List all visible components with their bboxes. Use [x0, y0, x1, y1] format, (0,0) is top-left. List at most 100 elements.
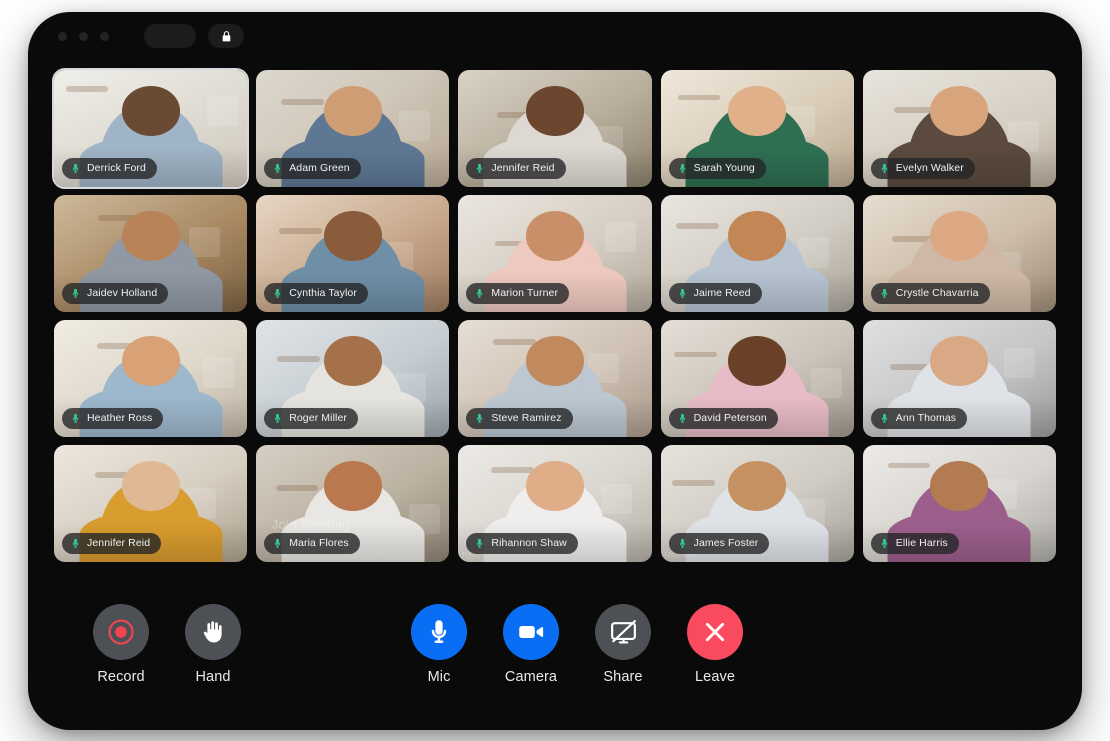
- participant-name-badge: Cynthia Taylor: [264, 283, 368, 304]
- participant-tile[interactable]: Adam Green: [256, 70, 450, 187]
- participant-tile[interactable]: Jennifer Reid: [458, 70, 652, 187]
- mic-on-icon: [679, 288, 685, 298]
- participant-name-badge: Crystle Chavarria: [870, 283, 990, 304]
- participant-name-badge: Ann Thomas: [870, 408, 968, 429]
- participant-tile[interactable]: Join Meeting Maria Flores: [256, 445, 450, 562]
- participant-name-badge: David Peterson: [668, 408, 778, 429]
- meeting-controls-bar: Record Hand Mic Camera Share Leave: [28, 572, 1082, 730]
- leave-button-circle[interactable]: [687, 604, 743, 660]
- participant-name-badge: Jaidev Holland: [62, 283, 169, 304]
- mic-button[interactable]: Mic: [406, 604, 472, 685]
- participant-tile[interactable]: Ann Thomas: [862, 320, 1056, 437]
- participant-tile[interactable]: Main room James Foster: [660, 445, 854, 562]
- participant-tile[interactable]: Roger Miller: [256, 320, 450, 437]
- participant-name-badge: Heather Ross: [62, 408, 164, 429]
- participant-tile[interactable]: Crystle Chavarria: [862, 195, 1056, 312]
- participant-name: David Peterson: [693, 413, 767, 424]
- participant-name-badge: Evelyn Walker: [870, 158, 975, 179]
- participant-name: Ann Thomas: [895, 413, 957, 424]
- participant-name-badge: Maria Flores: [264, 533, 360, 554]
- participant-tile[interactable]: Sarah Young: [660, 70, 854, 187]
- participant-tile[interactable]: Marion Turner: [458, 195, 652, 312]
- participant-name-badge: Marion Turner: [466, 283, 570, 304]
- mic-on-icon: [274, 288, 281, 298]
- record-icon: [108, 619, 134, 645]
- microphone-icon: [431, 620, 447, 643]
- participant-tile[interactable]: Heather Ross: [54, 320, 248, 437]
- mic-on-icon: [679, 413, 685, 423]
- participant-name: Crystle Chavarria: [895, 288, 979, 299]
- share-button-label: Share: [603, 669, 643, 685]
- participant-name: Cynthia Taylor: [289, 288, 357, 299]
- participant-tile[interactable]: Steve Ramirez: [458, 320, 652, 437]
- mic-button-circle[interactable]: [411, 604, 467, 660]
- participant-name-badge: Derrick Ford: [62, 158, 157, 179]
- window-controls[interactable]: [58, 32, 109, 41]
- participant-grid: Derrick Ford Adam Green Jennifer Reid Sarah…: [51, 68, 1056, 562]
- mic-on-icon: [477, 163, 483, 173]
- mic-on-icon: [679, 538, 685, 548]
- hand-button-label: Hand: [195, 669, 231, 685]
- participant-name-badge: Jennifer Reid: [62, 533, 162, 554]
- mic-on-icon: [881, 163, 888, 173]
- camera-button[interactable]: Camera: [498, 604, 564, 685]
- leave-button-label: Leave: [694, 669, 735, 685]
- participant-name-badge: Ellie Harris: [870, 533, 959, 554]
- mic-on-icon: [477, 538, 483, 548]
- record-button[interactable]: Record: [88, 604, 154, 685]
- screen-share-off-icon: [610, 619, 636, 643]
- mic-on-icon: [274, 538, 281, 548]
- share-button-circle[interactable]: [595, 604, 651, 660]
- video-camera-icon: [519, 626, 544, 638]
- maximize-window-button[interactable]: [100, 32, 109, 41]
- hand-button-circle[interactable]: [185, 604, 241, 660]
- mic-on-icon: [881, 288, 888, 298]
- camera-button-label: Camera: [504, 669, 558, 685]
- record-button-label: Record: [97, 669, 145, 685]
- lock-icon: [222, 30, 230, 41]
- participant-name: Heather Ross: [87, 413, 153, 424]
- record-button-circle[interactable]: [93, 604, 149, 660]
- participant-tile[interactable]: Derrick Ford: [51, 68, 250, 189]
- close-window-button[interactable]: [58, 32, 67, 41]
- app-window: Derrick Ford Adam Green Jennifer Reid Sarah…: [28, 12, 1082, 730]
- participant-tile[interactable]: Evelyn Walker: [862, 70, 1056, 187]
- participant-name-badge: Adam Green: [264, 158, 361, 179]
- mic-on-icon: [477, 288, 483, 298]
- hand-button[interactable]: Hand: [180, 604, 246, 685]
- close-x-icon: [705, 622, 725, 642]
- participant-name: Jaidev Holland: [87, 288, 158, 299]
- participant-tile[interactable]: Cynthia Taylor: [256, 195, 450, 312]
- participant-tile[interactable]: Jaime Reed: [660, 195, 854, 312]
- mic-on-icon: [72, 538, 79, 548]
- participant-name-badge: Rihannon Shaw: [466, 533, 578, 554]
- mic-on-icon: [274, 413, 281, 423]
- camera-button-circle[interactable]: [503, 604, 559, 660]
- participant-tile[interactable]: Ellie Harris: [862, 445, 1056, 562]
- share-button[interactable]: Share: [590, 604, 656, 685]
- participant-tile[interactable]: David Peterson: [660, 320, 854, 437]
- minimize-window-button[interactable]: [79, 32, 88, 41]
- participant-name: Steve Ramirez: [491, 413, 562, 424]
- participant-name-badge: Steve Ramirez: [466, 408, 573, 429]
- participant-name-badge: Jennifer Reid: [466, 158, 566, 179]
- leave-button[interactable]: Leave: [682, 604, 748, 685]
- participant-name-badge: Jaime Reed: [668, 283, 762, 304]
- participant-name: Ellie Harris: [895, 538, 948, 549]
- participant-name-badge: Sarah Young: [668, 158, 766, 179]
- participant-tile[interactable]: Jaidev Holland: [54, 195, 248, 312]
- participant-tile[interactable]: Jennifer Reid: [54, 445, 248, 562]
- raised-hand-icon: [203, 621, 222, 643]
- lock-button[interactable]: [208, 24, 244, 48]
- participant-name-badge: Roger Miller: [264, 408, 358, 429]
- participant-name: Maria Flores: [289, 538, 349, 549]
- controls-left-group: Record Hand: [88, 604, 246, 685]
- mic-on-icon: [72, 288, 79, 298]
- url-pill[interactable]: [144, 24, 196, 48]
- participant-name: Jennifer Reid: [87, 538, 151, 549]
- participant-name: Marion Turner: [491, 288, 559, 299]
- controls-right-group: Mic Camera Share Leave: [406, 604, 748, 685]
- mic-on-icon: [72, 163, 79, 173]
- mic-on-icon: [679, 163, 685, 173]
- participant-tile[interactable]: Pilot Rihannon Shaw: [458, 445, 652, 562]
